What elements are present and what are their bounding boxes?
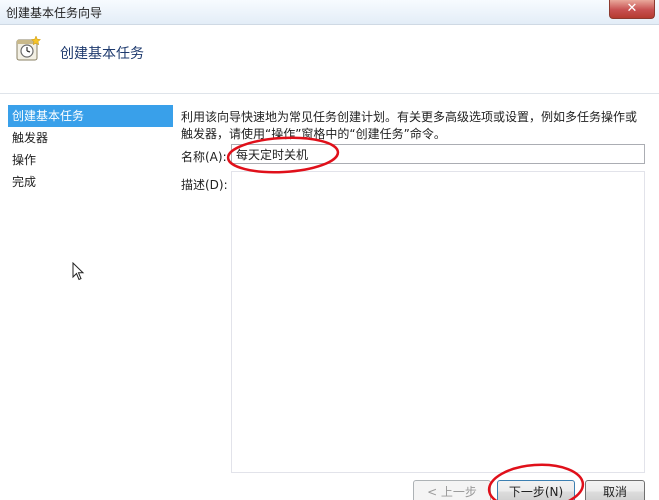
wizard-header: 创建基本任务 bbox=[0, 25, 659, 93]
wizard-description: 利用该向导快速地为常见任务创建计划。有关更多高级选项或设置，例如多任务操作或触发… bbox=[181, 110, 638, 141]
wizard-window: 创建基本任务向导 ✕ 创建基本任务 创建基本任务 触发器 操作 完成 利用该向导… bbox=[0, 0, 659, 500]
window-title: 创建基本任务向导 bbox=[6, 6, 103, 20]
name-input[interactable] bbox=[231, 144, 645, 164]
title-bar: 创建基本任务向导 ✕ bbox=[0, 0, 659, 25]
wizard-steps-nav: 创建基本任务 触发器 操作 完成 bbox=[8, 105, 173, 193]
nav-step-finish[interactable]: 完成 bbox=[8, 171, 173, 193]
nav-step-create-task[interactable]: 创建基本任务 bbox=[8, 105, 173, 127]
cancel-button[interactable]: 取消 bbox=[585, 480, 645, 500]
header-divider bbox=[0, 93, 659, 94]
description-label: 描述(D): bbox=[181, 178, 228, 192]
next-button[interactable]: 下一步(N) > bbox=[497, 480, 575, 500]
description-textarea[interactable] bbox=[231, 171, 645, 473]
close-icon: ✕ bbox=[626, 1, 638, 16]
nav-step-trigger[interactable]: 触发器 bbox=[8, 127, 173, 149]
close-button[interactable]: ✕ bbox=[609, 0, 655, 19]
page-title: 创建基本任务 bbox=[60, 46, 144, 62]
nav-step-action[interactable]: 操作 bbox=[8, 149, 173, 171]
task-scheduler-icon bbox=[16, 35, 42, 61]
mouse-cursor-icon bbox=[72, 262, 85, 281]
back-button[interactable]: < 上一步(B) bbox=[413, 480, 491, 500]
name-label: 名称(A): bbox=[181, 150, 227, 164]
